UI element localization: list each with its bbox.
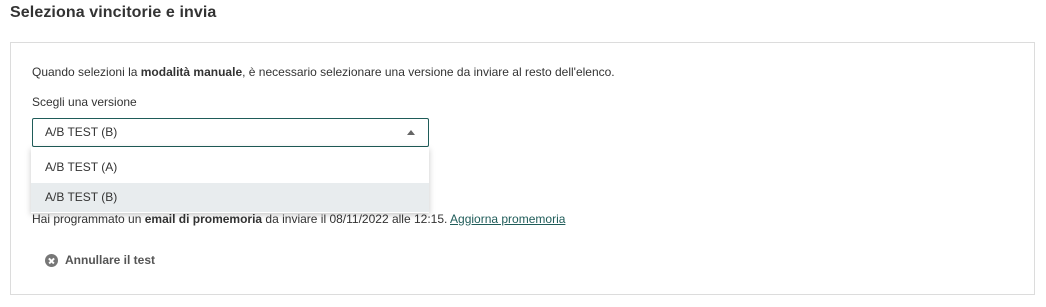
version-dropdown-menu: A/B TEST (A) A/B TEST (B) <box>31 147 429 213</box>
close-circle-icon <box>45 253 58 267</box>
version-label: Scegli una versione <box>32 95 137 109</box>
reminder-info: Hai programmato un email di promemoria d… <box>32 212 565 226</box>
dropdown-option-a[interactable]: A/B TEST (A) <box>31 153 429 182</box>
dropdown-option-a-label: A/B TEST (A) <box>45 160 118 174</box>
cancel-test-button[interactable]: Annullare il test <box>45 253 155 267</box>
dropdown-option-b-label: A/B TEST (B) <box>45 190 118 204</box>
update-reminder-link[interactable]: Aggiorna promemoria <box>450 212 565 226</box>
section-title: Seleziona vincitorie e invia <box>10 4 217 21</box>
info-prefix: Quando selezioni la <box>32 65 141 79</box>
info-suffix: , è necessario selezionare una versione … <box>242 65 615 79</box>
reminder-prefix: Hai programmato un <box>32 212 145 226</box>
version-select-value: A/B TEST (B) <box>45 125 118 139</box>
manual-mode-info: Quando selezioni la modalità manuale, è … <box>32 65 615 79</box>
info-bold: modalità manuale <box>140 65 243 79</box>
cancel-test-label: Annullare il test <box>65 253 156 267</box>
caret-up-icon <box>407 130 415 135</box>
dropdown-option-b[interactable]: A/B TEST (B) <box>31 183 429 212</box>
reminder-bold: email di promemoria <box>144 212 263 226</box>
reminder-middle: da inviare il 08/11/2022 alle 12:15. <box>262 212 451 226</box>
version-select[interactable]: A/B TEST (B) <box>32 118 429 147</box>
